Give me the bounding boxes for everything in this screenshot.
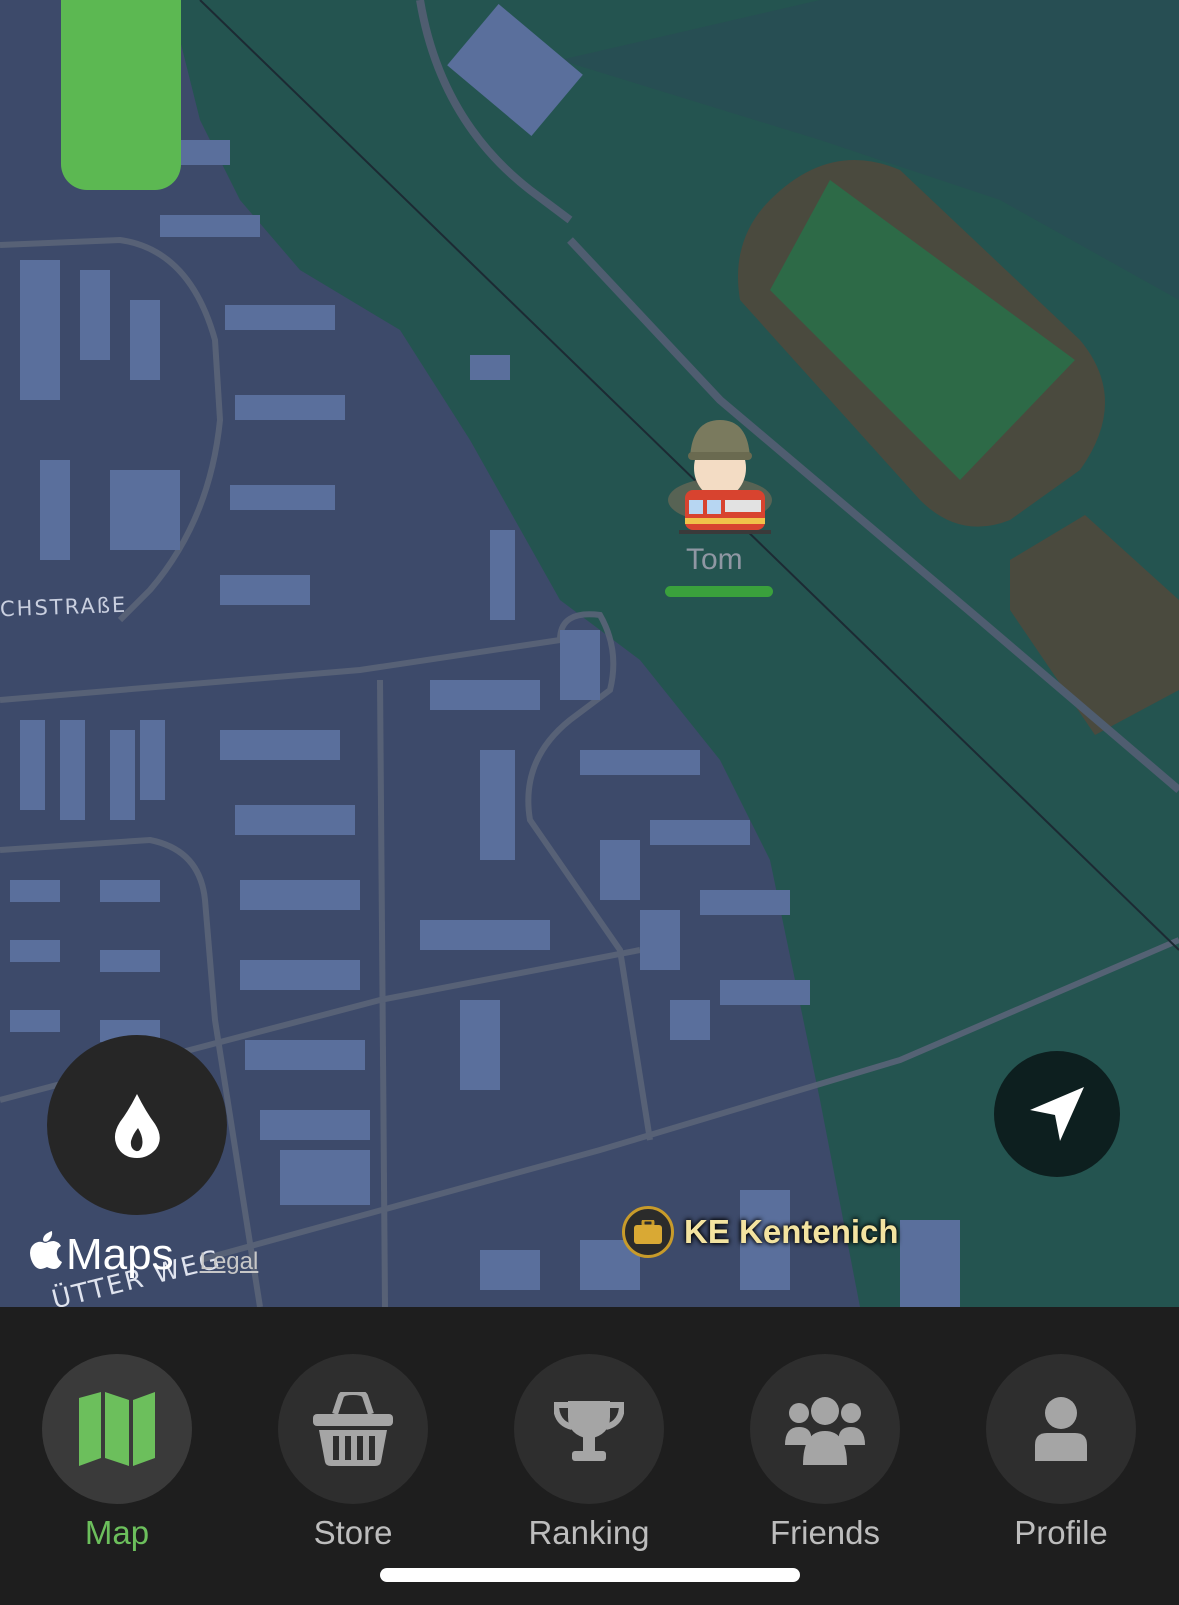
fire-button[interactable] [47, 1035, 227, 1215]
legal-link[interactable]: Legal [200, 1248, 259, 1276]
briefcase-icon [622, 1206, 674, 1258]
friends-icon [785, 1397, 865, 1465]
tab-label: Store [313, 1514, 393, 1551]
maps-brand-text: Maps [66, 1230, 174, 1279]
player-name: Tom [686, 543, 743, 576]
home-indicator[interactable] [380, 1568, 800, 1582]
energy-bar [61, 0, 181, 190]
flame-icon [114, 1094, 160, 1158]
tab-label: Map [84, 1514, 150, 1551]
tab-bar: Map Store Ranking Friends Profile [0, 1307, 1179, 1605]
tab-label: Friends [769, 1514, 881, 1551]
map-view[interactable]: CHSTRAßE ÜTTER WEG Tom KE Kentenich Maps… [0, 0, 1179, 1307]
apple-maps-attribution: Maps Legal [30, 1230, 258, 1280]
poi-marker[interactable]: KE Kentenich [622, 1206, 899, 1258]
map-icon [79, 1392, 155, 1466]
trophy-icon [554, 1401, 624, 1461]
player-health-bar [665, 586, 773, 597]
location-arrow-icon [1030, 1087, 1084, 1141]
tab-map[interactable]: Map [17, 1354, 217, 1554]
tab-label: Ranking [528, 1514, 650, 1551]
tab-label: Profile [1014, 1514, 1108, 1551]
poi-label: KE Kentenich [684, 1213, 899, 1250]
tab-profile[interactable]: Profile [961, 1354, 1161, 1554]
tab-ranking[interactable]: Ranking [489, 1354, 689, 1554]
basket-icon [313, 1392, 393, 1466]
locate-me-button[interactable] [994, 1051, 1120, 1177]
street-label: CHSTRAßE [0, 592, 128, 622]
person-icon [1035, 1397, 1087, 1461]
tab-store[interactable]: Store [253, 1354, 453, 1554]
apple-logo-icon [30, 1231, 62, 1269]
tab-friends[interactable]: Friends [725, 1354, 925, 1554]
